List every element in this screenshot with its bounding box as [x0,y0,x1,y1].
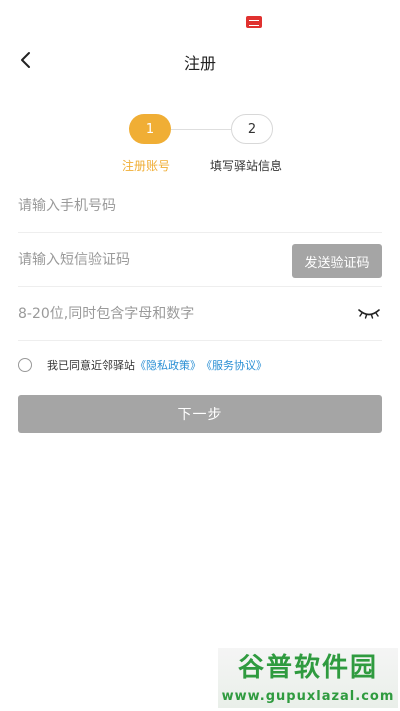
sms-code-field-row: 发送验证码 [18,234,382,287]
privacy-policy-link[interactable]: 《隐私政策》 [135,357,201,373]
agree-radio[interactable] [18,358,32,372]
page-title: 注册 [183,54,216,73]
notification-icon [246,16,262,28]
step-connector [171,129,231,130]
password-field-row [18,288,382,341]
step-2-label: 填写驿站信息 [210,159,283,173]
watermark-logo: 谷普软件园 www.gupuxlazal.com [218,648,398,708]
eye-closed-icon[interactable] [358,308,380,320]
password-input[interactable] [18,288,278,340]
step-indicator: 1 2 注册账号 填写驿站信息 [0,112,400,182]
step-2-circle: 2 [231,114,273,144]
watermark-brand: 谷普软件园 [237,653,378,683]
phone-field-row [18,180,382,233]
next-step-button[interactable]: 下一步 [18,395,382,433]
send-code-button[interactable]: 发送验证码 [292,244,382,278]
step-1-circle: 1 [129,114,171,144]
service-agreement-link[interactable]: 《服务协议》 [201,357,267,373]
step-1-label: 注册账号 [122,159,171,173]
status-bar [0,0,400,40]
agreement-row: 我已同意近邻驿站 《隐私政策》 《服务协议》 [18,355,382,375]
agreement-text: 我已同意近邻驿站 [47,359,135,372]
phone-input[interactable] [18,180,278,232]
watermark-url: www.gupuxlazal.com [221,689,395,704]
sms-code-input[interactable] [18,234,278,286]
nav-bar: 注册 [0,40,400,80]
